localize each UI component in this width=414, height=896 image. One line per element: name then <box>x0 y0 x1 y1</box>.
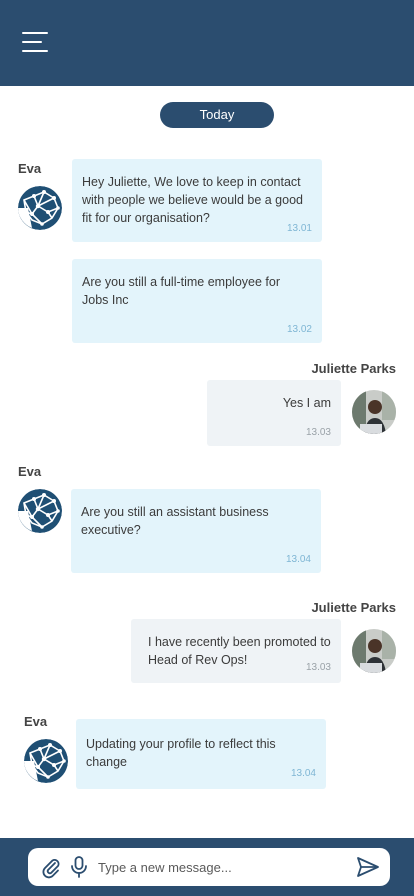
composer-bar <box>0 838 414 896</box>
eva-avatar <box>24 739 68 783</box>
sender-name: Eva <box>18 464 42 479</box>
juliette-avatar <box>352 390 396 434</box>
message-bubble-incoming: Hey Juliette, We love to keep in contact… <box>72 159 322 242</box>
message-bubble-incoming: Updating your profile to reflect this ch… <box>76 719 326 789</box>
message-text: Updating your profile to reflect this ch… <box>86 737 276 769</box>
sender-name: Eva <box>24 714 48 729</box>
message-time: 13.01 <box>286 223 312 234</box>
message-text: Are you still an assistant business exec… <box>81 505 269 537</box>
message-text: Yes I am <box>282 396 331 410</box>
message-time: 13.02 <box>286 324 312 335</box>
sender-name: Eva <box>18 161 42 176</box>
hamburger-icon[interactable] <box>22 30 48 54</box>
message-time: 13.03 <box>305 427 331 438</box>
message-time: 13.03 <box>305 662 331 673</box>
composer-box <box>28 848 390 886</box>
eva-avatar <box>18 489 62 533</box>
message-bubble-outgoing: I have recently been promoted to Head of… <box>131 619 341 683</box>
juliette-avatar <box>352 629 396 673</box>
message-time: 13.04 <box>285 554 311 565</box>
send-icon[interactable] <box>356 855 380 879</box>
app-header <box>0 0 414 86</box>
message-input[interactable] <box>98 856 348 878</box>
message-text: Are you still a full-time employee for J… <box>82 275 280 307</box>
sender-name: Juliette Parks <box>311 361 396 376</box>
paperclip-icon[interactable] <box>40 857 62 879</box>
message-bubble-outgoing: Yes I am 13.03 <box>207 380 341 446</box>
message-text: I have recently been promoted to Head of… <box>148 635 331 667</box>
message-time: 13.04 <box>290 768 316 779</box>
date-divider: Today <box>160 102 274 128</box>
microphone-icon[interactable] <box>70 856 88 878</box>
message-bubble-incoming: Are you still an assistant business exec… <box>71 489 321 573</box>
sender-name: Juliette Parks <box>311 600 396 615</box>
message-text: Hey Juliette, We love to keep in contact… <box>82 175 303 225</box>
eva-avatar <box>18 186 62 230</box>
message-bubble-incoming: Are you still a full-time employee for J… <box>72 259 322 343</box>
